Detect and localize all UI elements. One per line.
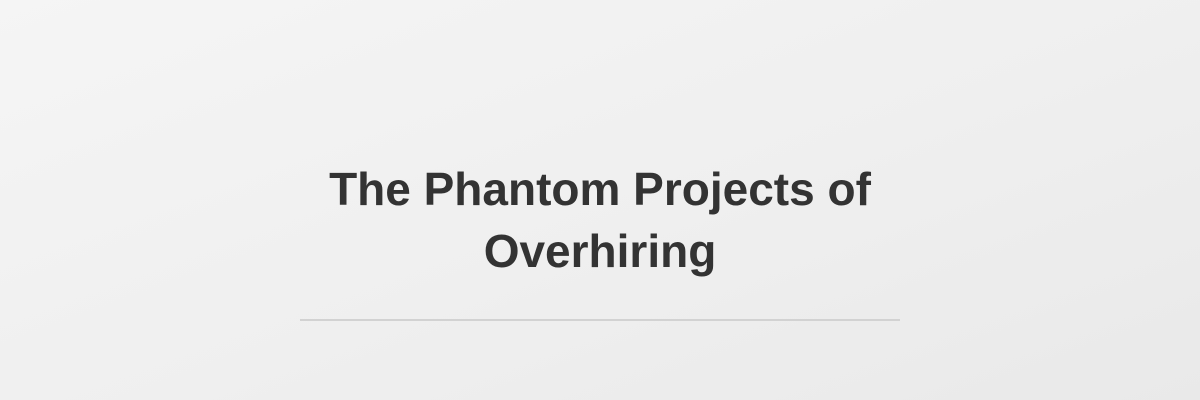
page-title: The Phantom Projects of Overhiring — [329, 163, 871, 277]
title-divider — [300, 319, 900, 321]
title-card: The Phantom Projects of Overhiring — [0, 0, 1200, 400]
